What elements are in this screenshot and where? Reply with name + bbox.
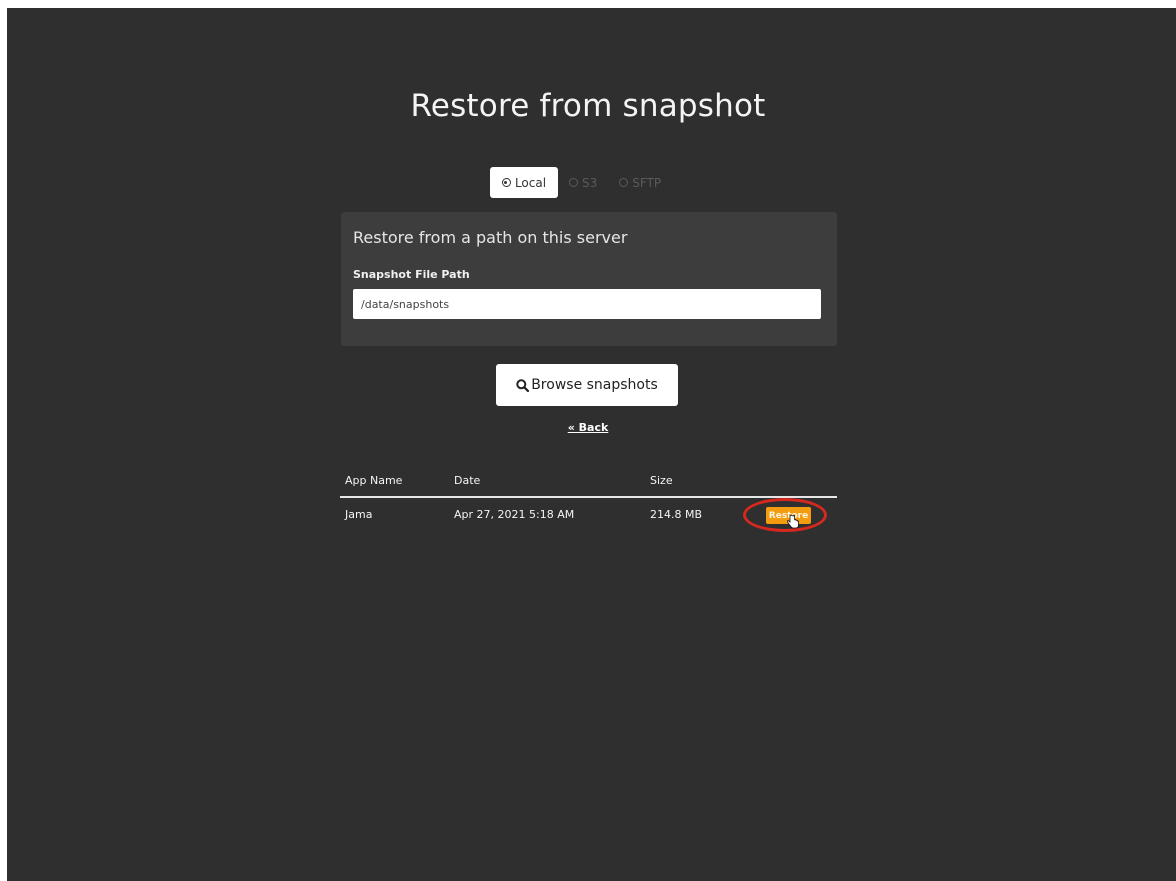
page-title: Restore from snapshot bbox=[410, 88, 766, 124]
local-restore-panel: Restore from a path on this server Snaps… bbox=[341, 212, 837, 346]
app-screen bbox=[7, 8, 1176, 881]
tab-local[interactable]: Local bbox=[490, 167, 558, 198]
row-date: Apr 27, 2021 5:18 AM bbox=[454, 508, 575, 521]
panel-heading: Restore from a path on this server bbox=[353, 228, 628, 247]
snapshots-table: App Name Date Size Jama Apr 27, 2021 5:1… bbox=[340, 470, 837, 534]
snapshot-path-label: Snapshot File Path bbox=[353, 268, 470, 281]
tab-sftp-label: SFTP bbox=[632, 175, 662, 190]
header-date: Date bbox=[454, 474, 481, 487]
tab-sftp[interactable]: SFTP bbox=[608, 167, 672, 198]
radio-unselected-icon bbox=[569, 178, 578, 187]
search-icon bbox=[516, 378, 530, 392]
row-size: 214.8 MB bbox=[650, 508, 703, 521]
radio-selected-icon bbox=[501, 178, 511, 187]
back-link[interactable]: « Back bbox=[0, 421, 1176, 434]
source-tabs: Local S3 SFTP bbox=[490, 167, 672, 198]
header-app-name: App Name bbox=[345, 474, 403, 487]
tab-s3-label: S3 bbox=[582, 175, 598, 190]
browse-snapshots-label: Browse snapshots bbox=[531, 377, 658, 393]
snapshot-path-input[interactable] bbox=[353, 289, 821, 319]
restore-button[interactable]: Restore bbox=[766, 507, 811, 524]
browse-snapshots-button[interactable]: Browse snapshots bbox=[496, 364, 678, 406]
table-header: App Name Date Size bbox=[340, 470, 837, 498]
row-app-name: Jama bbox=[345, 508, 373, 521]
radio-unselected-icon bbox=[619, 178, 629, 187]
table-row: Jama Apr 27, 2021 5:18 AM 214.8 MB Resto… bbox=[340, 498, 837, 534]
tab-local-label: Local bbox=[514, 175, 547, 190]
header-size: Size bbox=[650, 474, 673, 487]
tab-s3[interactable]: S3 bbox=[558, 167, 608, 198]
